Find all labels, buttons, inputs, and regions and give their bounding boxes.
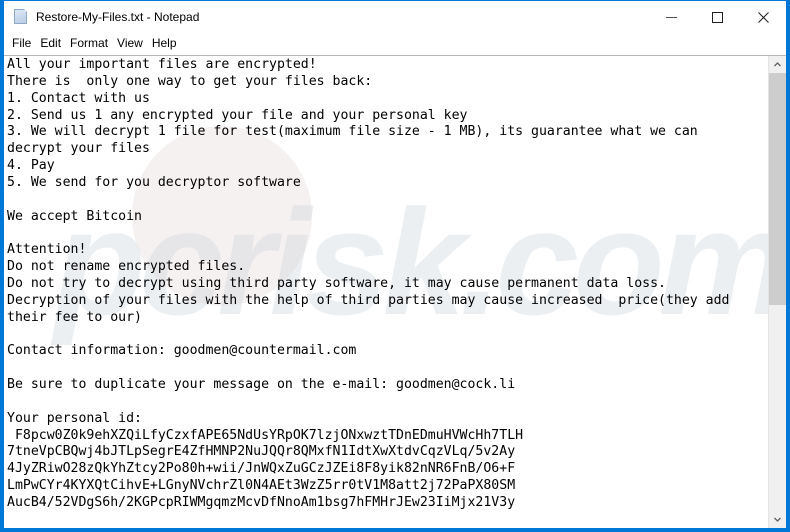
title-bar[interactable]: Restore-My-Files.txt - Notepad bbox=[4, 1, 786, 33]
notepad-document-icon bbox=[13, 9, 29, 25]
title-bar-left: Restore-My-Files.txt - Notepad bbox=[4, 1, 199, 33]
minimize-icon bbox=[665, 16, 677, 18]
close-button[interactable] bbox=[740, 1, 786, 33]
close-icon bbox=[757, 11, 769, 23]
menu-item-edit[interactable]: Edit bbox=[40, 34, 68, 54]
menu-item-help[interactable]: Help bbox=[152, 34, 184, 54]
maximize-button[interactable] bbox=[694, 1, 740, 33]
scroll-up-button[interactable] bbox=[769, 56, 786, 73]
menu-bar: File Edit Format View Help bbox=[4, 33, 786, 55]
window-title: Restore-My-Files.txt - Notepad bbox=[36, 10, 200, 24]
menu-item-format[interactable]: Format bbox=[70, 34, 115, 54]
menu-item-file[interactable]: File bbox=[12, 34, 38, 54]
menu-item-view[interactable]: View bbox=[117, 34, 150, 54]
scrollbar-track[interactable] bbox=[769, 73, 786, 511]
notepad-window: Restore-My-Files.txt - Notepad File Edit… bbox=[0, 0, 790, 532]
chevron-up-icon bbox=[774, 62, 781, 67]
chevron-down-icon bbox=[774, 517, 781, 522]
maximize-icon bbox=[711, 11, 723, 23]
editor-area: pcrisk.com All your important files are … bbox=[4, 55, 786, 528]
scrollbar-thumb[interactable] bbox=[769, 73, 786, 305]
ransom-note-textarea[interactable]: All your important files are encrypted! … bbox=[4, 56, 768, 528]
scroll-down-button[interactable] bbox=[769, 511, 786, 528]
minimize-button[interactable] bbox=[648, 1, 694, 33]
window-controls bbox=[648, 1, 786, 33]
vertical-scrollbar[interactable] bbox=[768, 56, 786, 528]
